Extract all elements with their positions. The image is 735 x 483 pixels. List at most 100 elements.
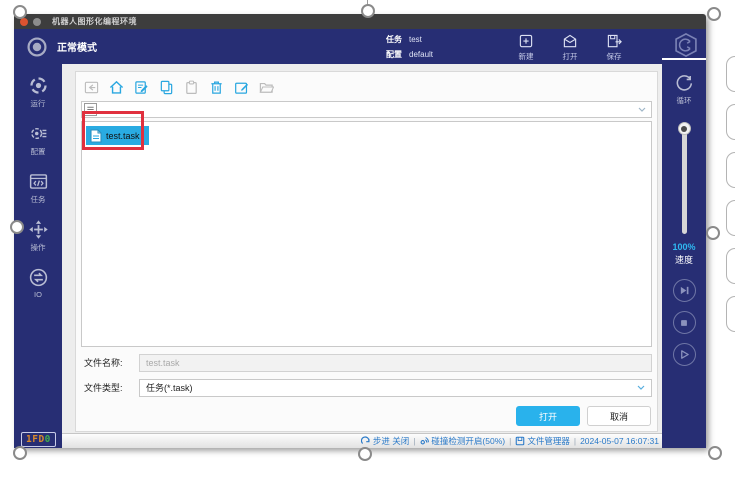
collision-status-text: 碰撞检测开启(50%) [431, 435, 505, 447]
copy-icon [159, 80, 174, 95]
speed-slider-knob[interactable] [678, 122, 691, 135]
task-value: test [409, 35, 422, 44]
selection-handle-bottom-right[interactable] [708, 446, 722, 460]
mode-label: 正常模式 [57, 39, 97, 54]
config-label: 配置 [31, 146, 46, 157]
open-button[interactable]: 打开 [516, 406, 580, 426]
file-open-dialog: test.task 文件名称: 文件类型: 任务(*.task [75, 71, 658, 432]
mode-record-icon [26, 36, 48, 58]
paste-icon [184, 80, 199, 95]
stop-button[interactable] [673, 311, 696, 334]
speed-slider-track[interactable] [682, 122, 687, 234]
filename-input[interactable] [139, 354, 652, 372]
background-button-fragment [726, 248, 735, 284]
new-task-button[interactable]: 新建 [510, 32, 542, 62]
annotation-highlight-box [82, 111, 144, 150]
task-key: 任务 [386, 34, 402, 45]
filename-label: 文件名称: [81, 356, 139, 369]
io-swap-icon [28, 267, 49, 288]
file-list[interactable]: test.task [81, 121, 652, 347]
rename-button[interactable] [233, 79, 250, 96]
jog-arrows-icon [28, 219, 49, 240]
selection-handle-top-right[interactable] [707, 7, 721, 21]
selection-handle-top-center[interactable] [361, 4, 375, 18]
header-bar: 正常模式 任务 test 配置 default 新建 [14, 29, 706, 64]
jog-label: 操作 [31, 242, 46, 253]
save-icon [605, 32, 623, 50]
step-status-text: 步进 关闭 [373, 435, 409, 447]
new-label: 新建 [519, 51, 534, 62]
filetype-row: 文件类型: 任务(*.task) [81, 378, 652, 397]
step-forward-button[interactable] [673, 279, 696, 302]
filetype-select[interactable]: 任务(*.task) [139, 379, 652, 397]
open-label: 打开 [563, 51, 578, 62]
status-separator: | [574, 436, 576, 446]
minimize-window-icon[interactable] [33, 18, 41, 26]
background-button-fragment [726, 152, 735, 188]
step-icon [361, 436, 371, 446]
task-label: 任务 [31, 194, 46, 205]
sidebar-item-jog[interactable]: 操作 [28, 219, 49, 253]
folder-open-icon [259, 80, 274, 95]
open-task-button[interactable]: 打开 [554, 32, 586, 62]
chevron-down-icon [638, 107, 646, 112]
home-icon [109, 80, 124, 95]
run-label: 运行 [31, 98, 46, 109]
collision-icon [419, 436, 429, 446]
left-nav-sidebar: 运行 配置 任务 [14, 64, 62, 448]
loop-label: 循环 [677, 95, 692, 106]
collision-status: 碰撞检测开启(50%) [419, 435, 505, 447]
open-folder-button[interactable] [258, 79, 275, 96]
save-task-button[interactable]: 保存 [598, 32, 630, 62]
selection-handle-bottom-left[interactable] [13, 446, 27, 460]
speed-label: 速度 [675, 253, 693, 266]
filename-row: 文件名称: [81, 353, 652, 372]
speed-slider[interactable] [678, 122, 691, 234]
step-status: 步进 关闭 [361, 435, 409, 447]
play-button[interactable] [673, 343, 696, 366]
loop-button[interactable]: 循环 [674, 72, 695, 106]
open-icon [561, 32, 579, 50]
clock-timestamp: 2024-05-07 16:07:31 [580, 436, 659, 446]
sidebar-item-io[interactable]: IO [28, 267, 49, 299]
file-manager-icon [515, 436, 525, 446]
trash-icon [209, 80, 224, 95]
app-window: 机器人图形化编程环境 正常模式 任务 test 配置 default [14, 14, 706, 448]
cancel-button[interactable]: 取消 [587, 406, 651, 426]
selection-handle-right-middle[interactable] [706, 226, 720, 240]
back-icon [84, 80, 99, 95]
center-column: test.task 文件名称: 文件类型: 任务(*.task [62, 64, 662, 448]
hint-badge-green: 0 [45, 434, 51, 445]
background-button-fragment [726, 56, 735, 92]
window-title: 机器人图形化编程环境 [52, 16, 137, 27]
sidebar-item-task[interactable]: 任务 [28, 171, 49, 205]
sidebar-item-config[interactable]: 配置 [28, 123, 49, 157]
background-button-fragment [726, 104, 735, 140]
speed-percent: 100% [672, 242, 695, 252]
delete-button[interactable] [208, 79, 225, 96]
selection-handle-bottom-center[interactable] [358, 447, 372, 461]
task-code-icon [28, 171, 49, 192]
copy-button[interactable] [158, 79, 175, 96]
filetype-label: 文件类型: [81, 381, 139, 394]
selection-handle-top-left[interactable] [13, 5, 27, 19]
skip-forward-icon [679, 285, 690, 296]
path-dropdown[interactable] [81, 101, 652, 118]
edit-icon [234, 80, 249, 95]
settings-gear-icon [28, 123, 49, 144]
back-button[interactable] [83, 79, 100, 96]
new-file-icon [134, 80, 149, 95]
file-dialog-toolbar [83, 77, 652, 98]
paste-button[interactable] [183, 79, 200, 96]
run-icon [28, 75, 49, 96]
filetype-value: 任务(*.task) [146, 381, 193, 394]
file-manager-status[interactable]: 文件管理器 [515, 435, 570, 447]
io-label: IO [34, 290, 42, 299]
sidebar-item-run[interactable]: 运行 [28, 75, 49, 109]
logo-underline [662, 58, 706, 60]
home-button[interactable] [108, 79, 125, 96]
new-file-button[interactable] [133, 79, 150, 96]
loop-icon [674, 72, 695, 93]
selection-handle-left-middle[interactable] [10, 220, 24, 234]
right-control-sidebar: 循环 100% 速度 [662, 64, 706, 448]
